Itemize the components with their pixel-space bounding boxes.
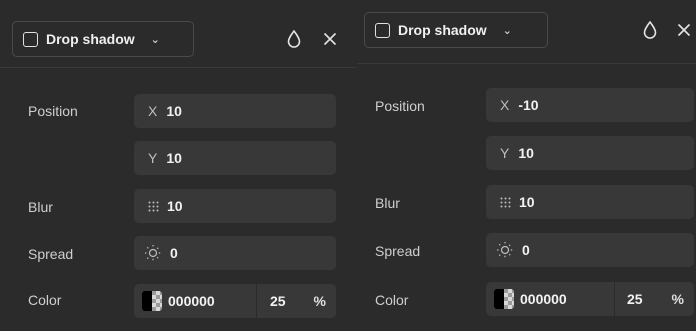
position-y-value: 10 [518,145,534,161]
y-axis-label: Y [148,150,158,166]
effect-header: Drop shadow ⌄ [357,0,696,64]
blur-grid-icon [500,197,511,208]
color-hex-value: 000000 [168,293,215,309]
position-x-field[interactable]: X 10 [134,94,336,128]
effect-type-dropdown[interactable]: Drop shadow ⌄ [12,21,194,57]
spread-field[interactable]: 0 [486,233,694,267]
blur-label: Blur [28,199,53,215]
spread-value: 0 [170,245,178,261]
position-y-field[interactable]: Y 10 [486,136,694,170]
color-swatch[interactable] [142,291,162,311]
color-field[interactable]: 000000 25 % [134,284,336,318]
blur-value: 10 [519,194,535,210]
close-icon[interactable] [673,19,695,41]
effect-panel-right: Drop shadow ⌄ Position X -10 Y 10 Blur 1… [357,0,696,331]
spread-sun-icon [144,244,162,262]
position-x-value: -10 [518,97,539,113]
spread-label: Spread [375,243,421,259]
x-axis-label: X [148,103,158,119]
blur-field[interactable]: 10 [486,185,694,219]
position-label: Position [28,103,78,119]
position-x-value: 10 [166,103,182,119]
effect-checkbox-icon[interactable] [23,31,38,47]
blur-field[interactable]: 10 [134,189,336,223]
opacity-unit: % [671,291,684,307]
spread-value: 0 [522,242,530,258]
effect-type-dropdown[interactable]: Drop shadow ⌄ [364,12,548,48]
effect-type-label: Drop shadow [398,22,487,38]
color-hex-value: 000000 [520,291,567,307]
position-y-field[interactable]: Y 10 [134,141,336,175]
color-swatch[interactable] [494,289,514,309]
effect-header: Drop shadow ⌄ [0,0,357,68]
color-label: Color [28,292,62,308]
position-y-value: 10 [166,150,182,166]
droplet-icon[interactable] [640,19,660,41]
opacity-unit: % [313,293,326,309]
spread-label: Spread [28,246,74,262]
position-x-field[interactable]: X -10 [486,88,694,122]
effect-checkbox-icon[interactable] [375,22,390,38]
opacity-value: 25 [270,293,286,309]
blur-grid-icon [148,201,159,212]
opacity-value: 25 [627,291,643,307]
color-label: Color [375,292,409,308]
effect-panel-left: Drop shadow ⌄ Position X 10 Y 10 Blur 10… [0,0,357,331]
close-icon[interactable] [319,28,341,50]
spread-sun-icon [496,241,514,259]
droplet-icon[interactable] [284,28,304,50]
y-axis-label: Y [500,145,510,161]
spread-field[interactable]: 0 [134,236,336,270]
chevron-down-icon: ⌄ [150,33,160,46]
effect-type-label: Drop shadow [46,31,135,47]
position-label: Position [375,98,425,114]
blur-label: Blur [375,195,400,211]
color-field[interactable]: 000000 25 % [486,282,694,316]
chevron-down-icon: ⌄ [502,24,512,37]
blur-value: 10 [167,198,183,214]
x-axis-label: X [500,97,510,113]
